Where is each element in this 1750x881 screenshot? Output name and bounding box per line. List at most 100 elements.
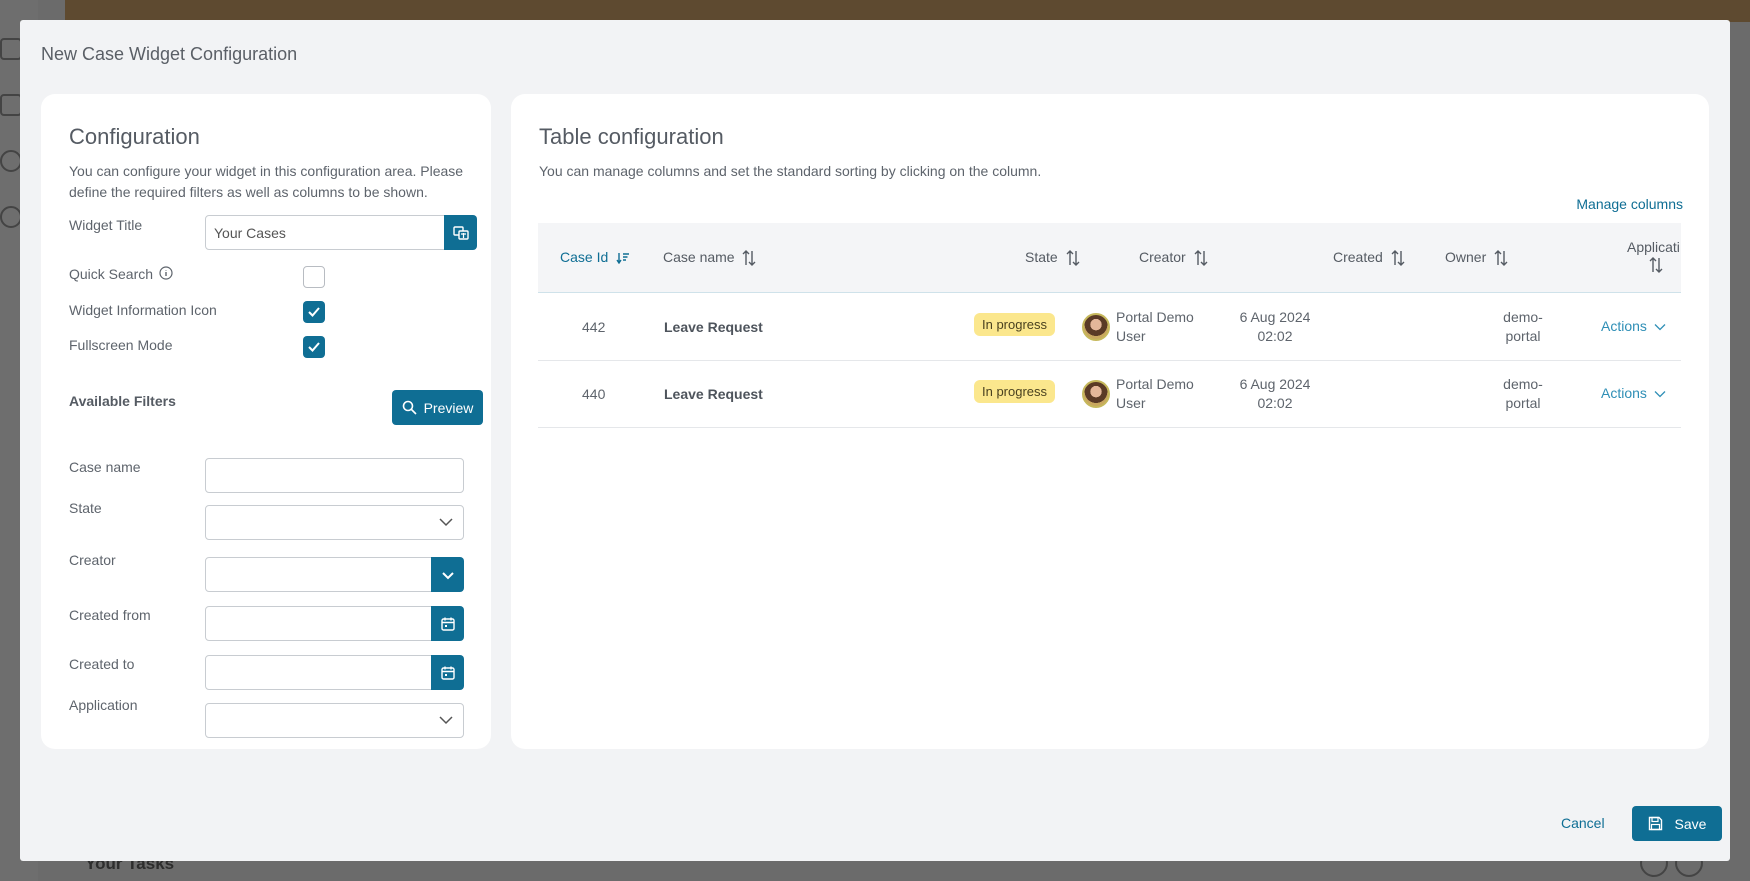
- avatar: [1082, 380, 1110, 408]
- table-row[interactable]: 440 Leave Request In progress Portal Dem…: [538, 361, 1681, 428]
- sort-icon: [742, 250, 756, 267]
- case-id-cell: 442: [582, 319, 606, 335]
- sort-icon: [1494, 250, 1508, 267]
- created-from-filter-input[interactable]: [205, 606, 432, 641]
- configuration-description-line: You can configure your widget in this co…: [69, 163, 464, 179]
- column-header-application[interactable]: Applicati: [1627, 239, 1681, 276]
- column-header-label: Creator: [1139, 249, 1186, 265]
- fullscreen-mode-label: Fullscreen Mode: [69, 337, 173, 353]
- created-cell: 6 Aug 2024 02:02: [1237, 308, 1313, 346]
- table-configuration-description: You can manage columns and set the stand…: [539, 163, 1042, 179]
- check-icon: [308, 307, 320, 317]
- save-label: Save: [1674, 815, 1707, 832]
- sort-icon: [1066, 250, 1080, 267]
- sort-icon: [1649, 257, 1663, 273]
- widget-info-icon-checkbox[interactable]: [303, 301, 325, 323]
- sort-descending-icon: [616, 253, 630, 265]
- actions-label: Actions: [1601, 385, 1647, 401]
- state-filter-select[interactable]: [205, 505, 464, 540]
- configuration-description: You can configure your widget in this co…: [69, 161, 469, 203]
- table-row[interactable]: 442 Leave Request In progress Portal Dem…: [538, 294, 1681, 361]
- save-button[interactable]: Save: [1632, 806, 1722, 841]
- chevron-down-icon: [1654, 324, 1666, 331]
- preview-button[interactable]: Preview: [392, 390, 483, 425]
- calendar-icon: [440, 617, 455, 631]
- creator-name-line: Portal Demo: [1116, 309, 1194, 325]
- created-cell: 6 Aug 2024 02:02: [1237, 375, 1313, 413]
- info-icon: [0, 206, 22, 228]
- configuration-panel: Configuration You can configure your wid…: [41, 94, 491, 749]
- widget-title-label: Widget Title: [69, 217, 143, 233]
- table-header: Case Id Case name State Creator Created …: [538, 223, 1681, 293]
- chevron-down-icon: [1654, 391, 1666, 398]
- background-banner: [65, 0, 1750, 22]
- configuration-description-line: define the required filters as well as c…: [69, 184, 428, 200]
- status-badge: In progress: [974, 380, 1056, 403]
- quick-search-text: Quick Search: [69, 266, 154, 282]
- creator-name-line: Portal Demo: [1116, 376, 1194, 392]
- owner-cell: demo- portal: [1501, 375, 1545, 413]
- actions-menu-button[interactable]: Actions: [1601, 385, 1666, 401]
- column-header-case-id[interactable]: Case Id: [560, 249, 630, 265]
- quick-search-label: Quick Search: [69, 266, 173, 282]
- creator-cell: Portal Demo User: [1116, 375, 1194, 413]
- quick-search-checkbox[interactable]: [303, 266, 325, 288]
- column-header-case-name[interactable]: Case name: [663, 249, 756, 267]
- manage-columns-link[interactable]: Manage columns: [1576, 196, 1683, 212]
- created-to-filter-input[interactable]: [205, 655, 432, 690]
- column-header-label: Case Id: [560, 249, 609, 265]
- column-header-label: Case name: [663, 249, 735, 265]
- sort-icon: [1194, 250, 1208, 267]
- column-header-label: Created: [1333, 249, 1383, 265]
- actions-label: Actions: [1601, 318, 1647, 334]
- translate-button[interactable]: [444, 215, 477, 250]
- preview-label: Preview: [423, 399, 474, 416]
- creator-filter-input[interactable]: [205, 557, 432, 592]
- application-filter-label: Application: [69, 697, 138, 713]
- lightbulb-icon: [0, 150, 22, 172]
- owner-line: demo-: [1503, 376, 1543, 392]
- calendar-icon: [440, 666, 455, 680]
- column-header-creator[interactable]: Creator: [1139, 249, 1208, 267]
- column-header-state[interactable]: State: [1025, 249, 1080, 267]
- avatar: [1082, 313, 1110, 341]
- translate-icon: [452, 225, 469, 240]
- creator-cell: Portal Demo User: [1116, 308, 1194, 346]
- owner-line: portal: [1505, 328, 1541, 344]
- created-from-filter-label: Created from: [69, 607, 151, 623]
- dialog-title: New Case Widget Configuration: [41, 44, 298, 64]
- case-name-filter-label: Case name: [69, 459, 141, 475]
- column-header-owner[interactable]: Owner: [1445, 249, 1508, 267]
- owner-line: portal: [1505, 395, 1541, 411]
- widget-info-icon-label: Widget Information Icon: [69, 302, 217, 318]
- chevron-down-icon: [441, 571, 454, 579]
- application-filter-select[interactable]: [205, 703, 464, 738]
- column-header-created[interactable]: Created: [1333, 249, 1405, 267]
- created-to-calendar-button[interactable]: [431, 655, 464, 690]
- created-date: 6 Aug 2024: [1239, 376, 1311, 392]
- check-icon: [308, 342, 320, 352]
- creator-name-line: User: [1116, 328, 1146, 344]
- creator-name-line: User: [1116, 395, 1146, 411]
- fullscreen-mode-checkbox[interactable]: [303, 336, 325, 358]
- creator-dropdown-button[interactable]: [431, 557, 464, 592]
- status-badge: In progress: [974, 313, 1056, 336]
- owner-cell: demo- portal: [1501, 308, 1545, 346]
- configuration-heading: Configuration: [69, 124, 200, 149]
- actions-menu-button[interactable]: Actions: [1601, 318, 1666, 334]
- widget-title-input[interactable]: Your Cases: [205, 215, 445, 250]
- available-filters-heading: Available Filters: [69, 393, 176, 409]
- created-time: 02:02: [1257, 328, 1293, 344]
- created-date: 6 Aug 2024: [1239, 309, 1311, 325]
- table-configuration-heading: Table configuration: [539, 124, 724, 149]
- creator-filter-label: Creator: [69, 552, 116, 568]
- column-header-label: Owner: [1445, 249, 1487, 265]
- created-time: 02:02: [1257, 395, 1293, 411]
- column-header-label: State: [1025, 249, 1058, 265]
- dashboard-icon: [0, 94, 22, 116]
- case-name-filter-input[interactable]: [205, 458, 464, 493]
- case-id-cell: 440: [582, 386, 606, 402]
- cancel-button[interactable]: Cancel: [1561, 815, 1605, 831]
- created-from-calendar-button[interactable]: [431, 606, 464, 641]
- info-icon: [159, 266, 173, 280]
